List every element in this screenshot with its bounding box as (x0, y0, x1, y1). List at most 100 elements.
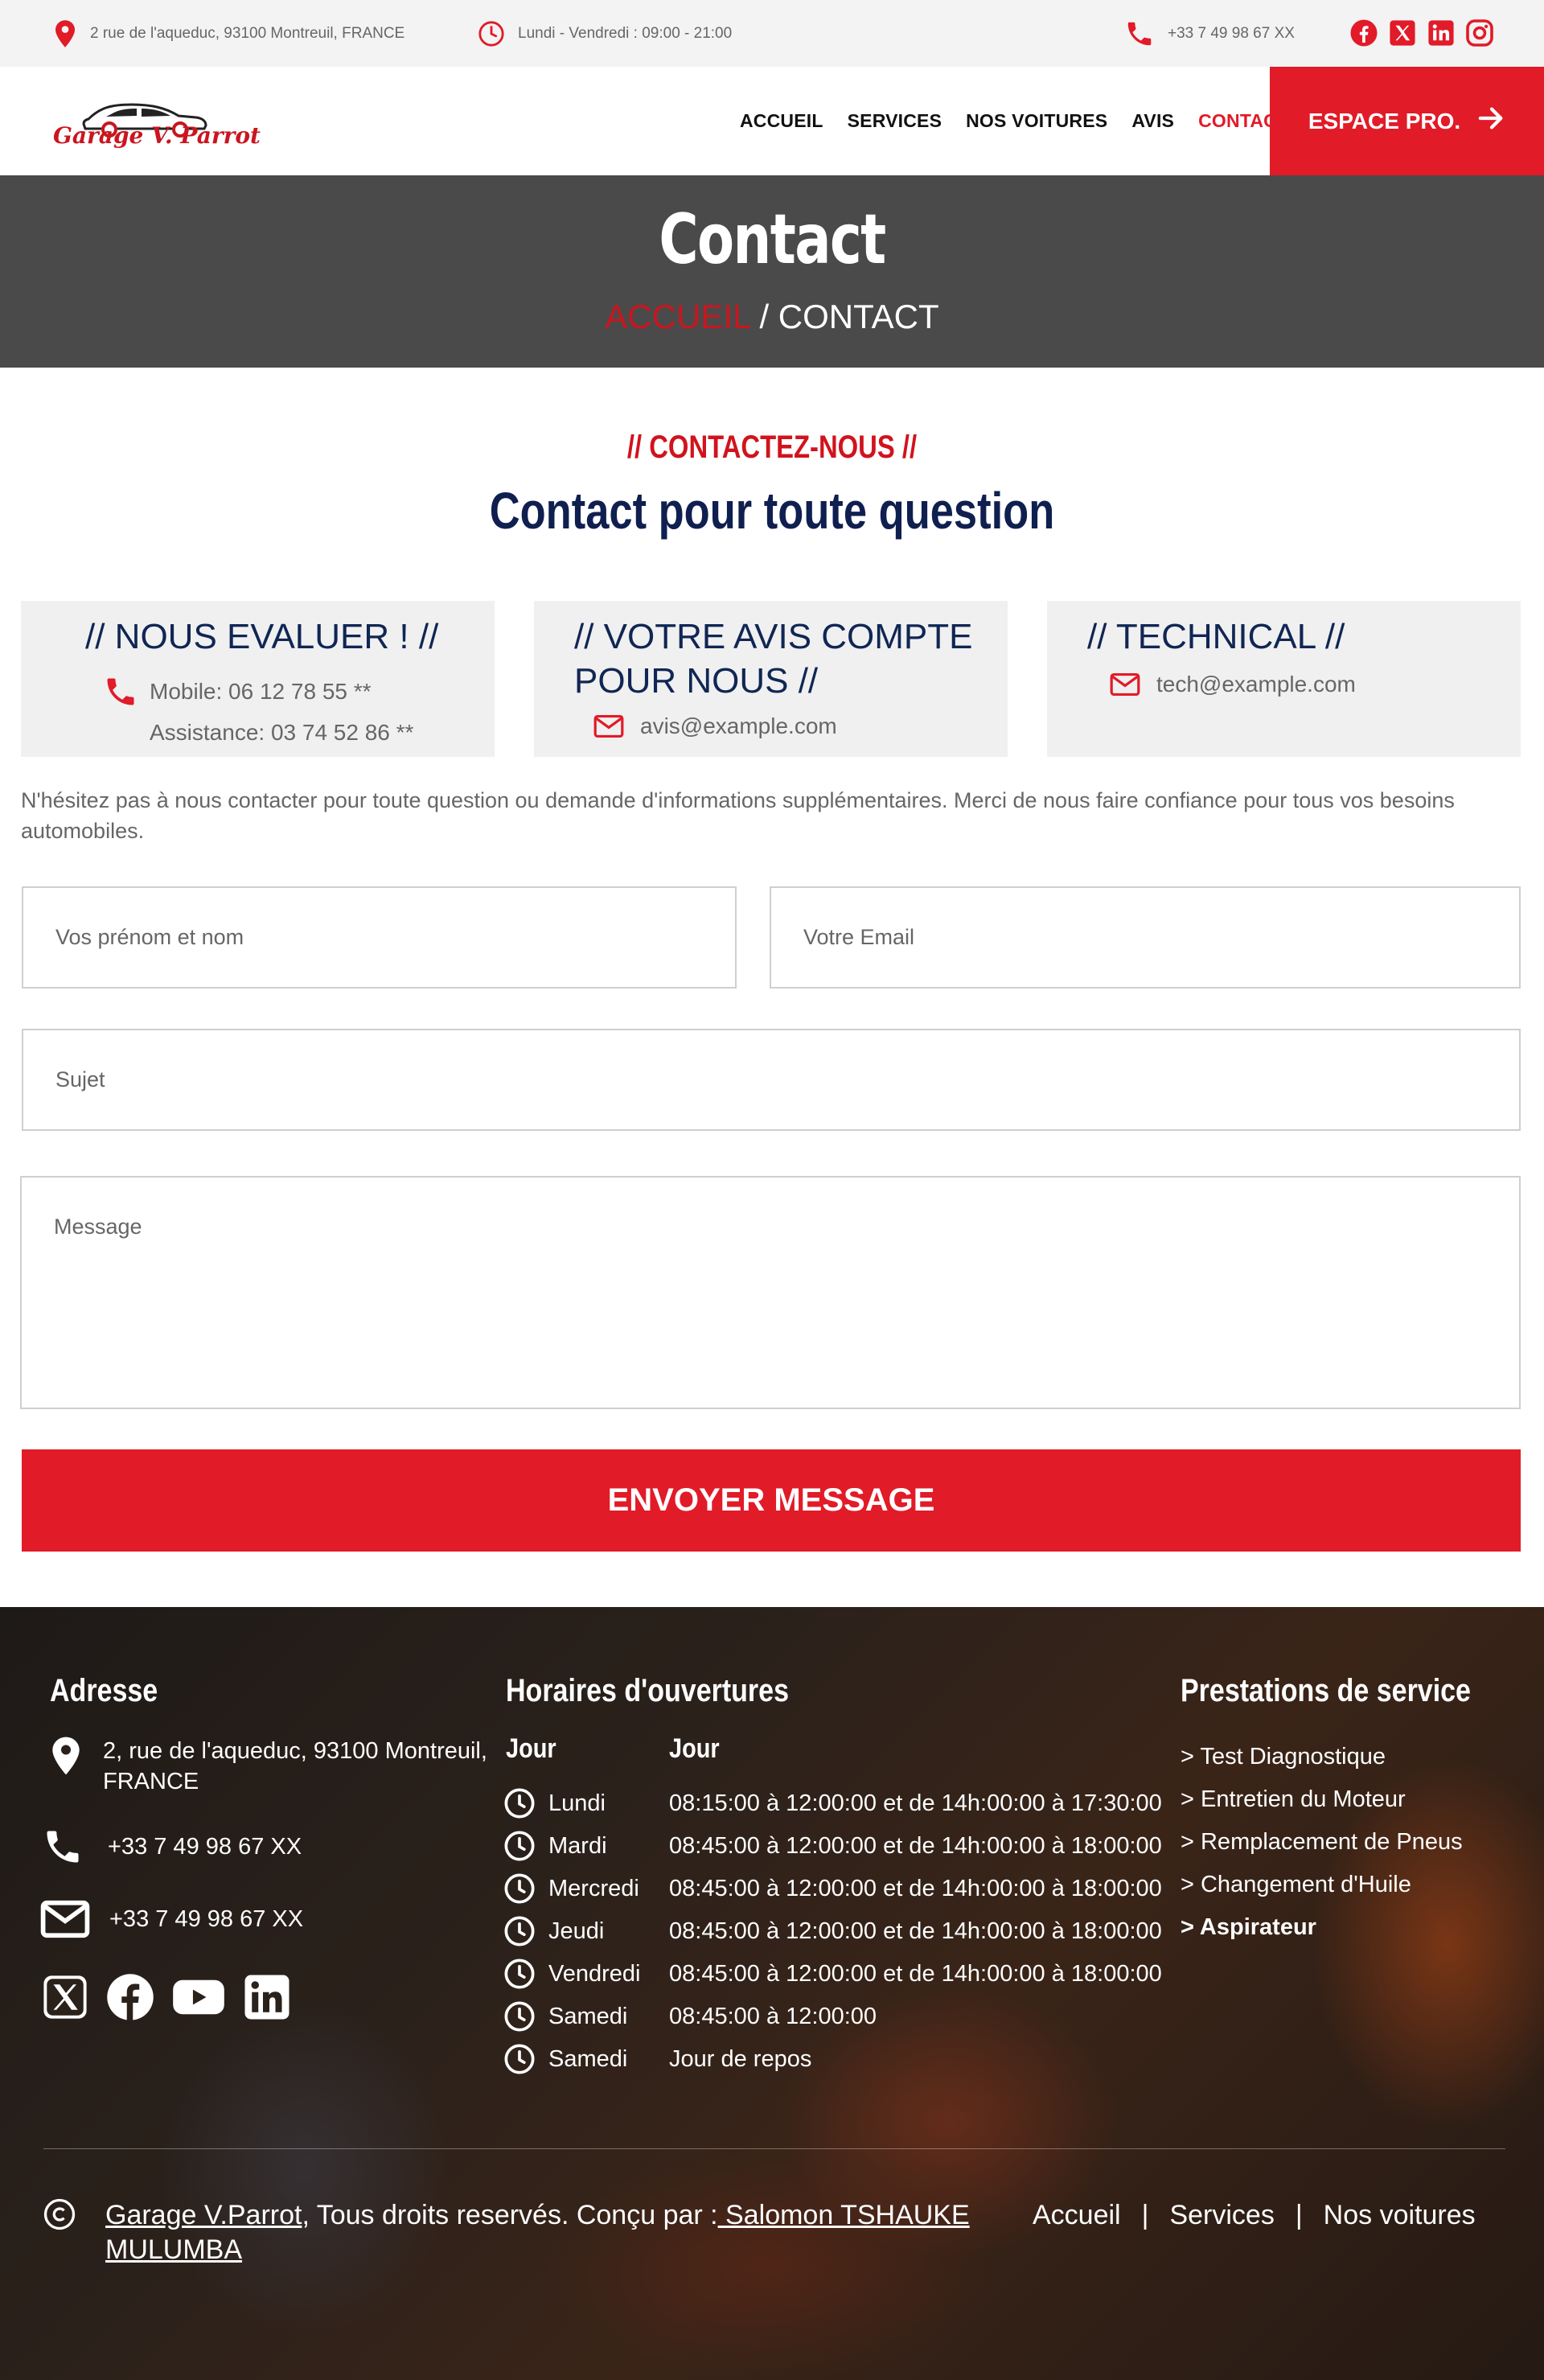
footer-phone[interactable]: +33 7 49 98 67 XX (42, 1826, 302, 1868)
nav-avis[interactable]: AVIS (1131, 110, 1174, 132)
footer-divider (43, 2148, 1505, 2149)
name-input[interactable] (22, 886, 737, 989)
nav-nos-voitures[interactable]: NOS VOITURES (966, 110, 1107, 132)
hours-col-day: Jour (506, 1733, 556, 1764)
x-icon[interactable] (42, 1974, 88, 2024)
hours-value: 08:45:00 à 12:00:00 et de 14h:00:00 à 18… (669, 1918, 1162, 1944)
hours-value: 08:45:00 à 12:00:00 et de 14h:00:00 à 18… (669, 1960, 1162, 1987)
card-technical-email-text: tech@example.com (1156, 672, 1356, 697)
clock-icon (503, 1915, 548, 1947)
hours-row: Samedi 08:45:00 à 12:00:00 (503, 2000, 877, 2033)
card-avis: // VOTRE AVIS COMPTE POUR NOUS // avis@ex… (534, 601, 1008, 757)
subject-input[interactable] (22, 1029, 1521, 1131)
designer-link-line2[interactable]: MULUMBA (105, 2234, 242, 2265)
hours-row: Lundi 08:15:00 à 12:00:00 et de 14h:00:00… (503, 1787, 1162, 1819)
designer-link[interactable]: Salomon TSHAUKE (718, 2200, 970, 2230)
footer-email[interactable]: +33 7 49 98 67 XX (40, 1900, 303, 1938)
facebook-icon[interactable] (106, 1973, 154, 2025)
phone-icon (1124, 18, 1168, 49)
service-link-pneus[interactable]: > Remplacement de Pneus (1181, 1821, 1463, 1864)
instagram-icon[interactable] (1464, 18, 1495, 48)
service-link-huile[interactable]: > Changement d'Huile (1181, 1864, 1463, 1906)
mail-icon (40, 1900, 90, 1938)
card-evaluate-title: // NOUS EVALUER ! // (85, 617, 439, 656)
hours-day: Mercredi (548, 1875, 639, 1901)
footer-link-accueil[interactable]: Accueil (1033, 2200, 1121, 2231)
footer-link-separator: | (1141, 2200, 1149, 2230)
topbar-phone-text: +33 7 49 98 67 XX (1168, 24, 1295, 42)
espace-pro-button[interactable]: ESPACE PRO. (1270, 67, 1544, 175)
hours-day: Lundi (548, 1790, 606, 1816)
topbar-social (1349, 18, 1495, 48)
message-textarea[interactable] (20, 1176, 1521, 1409)
hours-day: Samedi (548, 2003, 628, 2029)
footer-hours-title: Horaires d'ouvertures (506, 1673, 789, 1708)
hours-row: Jeudi 08:45:00 à 12:00:00 et de 14h:00:00… (503, 1915, 1162, 1947)
hours-row: Mardi 08:45:00 à 12:00:00 et de 14h:00:00… (503, 1830, 1162, 1862)
topbar-phone[interactable]: +33 7 49 98 67 XX (1124, 0, 1295, 67)
intro-text: N'hésitez pas à nous contacter pour tout… (21, 788, 1455, 843)
card-technical-email[interactable]: tech@example.com (1110, 672, 1356, 697)
footer-address-line1: 2, rue de l'aqueduc, 93100 Montreuil, (103, 1738, 487, 1764)
hours-value: 08:45:00 à 12:00:00 (669, 2003, 877, 2029)
service-link-aspirateur[interactable]: > Aspirateur (1181, 1906, 1463, 1949)
main-nav: ACCUEIL SERVICES NOS VOITURES AVIS CONTA… (740, 67, 1288, 175)
phone-icon (42, 1826, 84, 1868)
copyright-icon (43, 2198, 76, 2234)
linkedin-icon[interactable] (243, 1973, 291, 2025)
logo[interactable]: Garage V. Parrot (53, 87, 261, 159)
email-input[interactable] (770, 886, 1521, 989)
hours-value: Jour de repos (669, 2045, 812, 2072)
logo-text: Garage V. Parrot (53, 122, 261, 149)
footer-link-services[interactable]: Services (1169, 2200, 1274, 2231)
hours-row: Mercredi 08:45:00 à 12:00:00 et de 14h:00… (503, 1872, 1162, 1905)
hours-col-hours: Jour (669, 1733, 720, 1764)
footer-links: Accueil | Services | Nos voitures (1033, 2198, 1476, 2233)
card-avis-title: // VOTRE AVIS COMPTE POUR NOUS // (574, 615, 973, 703)
footer-email-text: +33 7 49 98 67 XX (109, 1905, 304, 1932)
footer-address-line2: FRANCE (103, 1769, 199, 1794)
copyright-brand-link[interactable]: Garage V.Parrot (105, 2200, 302, 2230)
mail-icon (1110, 672, 1140, 697)
hours-day: Mardi (548, 1832, 607, 1859)
nav-accueil[interactable]: ACCUEIL (740, 110, 823, 132)
copyright-text: Garage V.Parrot, Tous droits reservés. C… (105, 2198, 990, 2267)
footer-services-list: > Test Diagnostique > Entretien du Moteu… (1181, 1736, 1463, 1949)
mail-icon (593, 714, 624, 738)
footer-services-title: Prestations de service (1181, 1673, 1471, 1708)
hours-row: Samedi Jour de repos (503, 2043, 811, 2075)
location-pin-icon (50, 1736, 82, 1782)
service-link-moteur[interactable]: > Entretien du Moteur (1181, 1778, 1463, 1821)
card-technical: // TECHNICAL // tech@example.com (1047, 601, 1521, 757)
card-avis-title-line2: POUR NOUS // (574, 661, 819, 701)
hours-day: Vendredi (548, 1960, 641, 1987)
section-kicker: // CONTACTEZ-NOUS // (626, 430, 918, 465)
clock-icon (503, 2000, 548, 2033)
card-mobile[interactable]: Mobile: 06 12 78 55 ** (103, 674, 372, 709)
clock-icon (503, 1787, 548, 1819)
copyright-body: , Tous droits reservés. Conçu par : (302, 2200, 718, 2230)
location-pin-icon (53, 19, 90, 48)
hours-row: Vendredi 08:45:00 à 12:00:00 et de 14h:00… (503, 1958, 1162, 1990)
send-message-button[interactable]: ENVOYER MESSAGE (22, 1449, 1521, 1552)
hours-day: Samedi (548, 2045, 628, 2072)
espace-pro-label: ESPACE PRO. (1308, 108, 1461, 134)
card-mobile-text: Mobile: 06 12 78 55 ** (150, 679, 372, 704)
breadcrumb-home[interactable]: ACCUEIL (605, 298, 750, 335)
service-link-diagnostique[interactable]: > Test Diagnostique (1181, 1736, 1463, 1778)
linkedin-icon[interactable] (1426, 18, 1456, 48)
hours-value: 08:45:00 à 12:00:00 et de 14h:00:00 à 18… (669, 1875, 1162, 1901)
clock-icon (503, 1830, 548, 1862)
topbar-hours-text: Lundi - Vendredi : 09:00 - 21:00 (518, 24, 733, 42)
facebook-icon[interactable] (1349, 18, 1379, 48)
nav-services[interactable]: SERVICES (848, 110, 942, 132)
hours-value: 08:45:00 à 12:00:00 et de 14h:00:00 à 18… (669, 1832, 1162, 1859)
footer-link-nos-voitures[interactable]: Nos voitures (1324, 2200, 1476, 2231)
card-assistance-text[interactable]: Assistance: 03 74 52 86 ** (150, 720, 413, 746)
card-technical-title: // TECHNICAL // (1087, 617, 1345, 656)
x-icon[interactable] (1387, 18, 1418, 48)
phone-icon (103, 674, 138, 709)
hours-day: Jeudi (548, 1918, 605, 1944)
youtube-icon[interactable] (172, 1977, 225, 2021)
card-avis-email[interactable]: avis@example.com (593, 713, 837, 739)
